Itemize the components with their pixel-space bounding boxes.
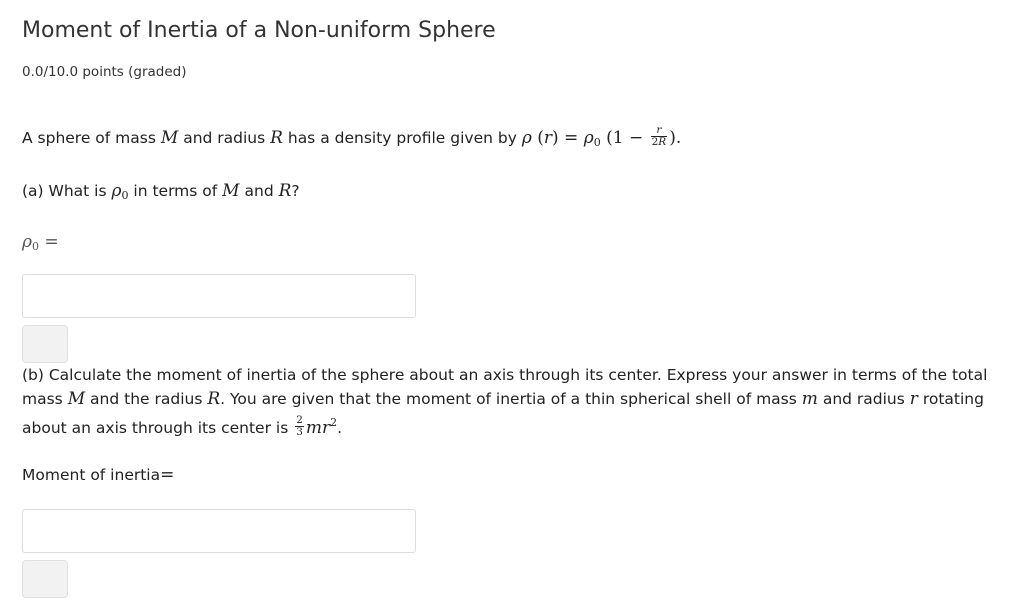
fraction-denominator: 3: [296, 426, 303, 438]
part-b-line-2: mass M and the radius R. You are given t…: [22, 387, 987, 411]
part-a-answer-input[interactable]: [22, 274, 416, 318]
part-b-answer-input[interactable]: [22, 509, 416, 553]
math-close-paren: ).: [669, 128, 682, 148]
part-b-text: and the radius: [85, 390, 208, 408]
intro-text: has a density profile given by: [282, 129, 522, 147]
part-b-line-3: about an axis through its center is 2 3 mr…: [22, 411, 987, 440]
math-radius-r: r: [909, 389, 918, 409]
part-a-question: (a) What is ρ0 in terms of M and R?: [22, 179, 300, 208]
part-b-text: . You are given that the moment of inert…: [220, 390, 802, 408]
math-radius-R: R: [278, 181, 292, 201]
math-subscript-0: 0: [593, 136, 601, 149]
points-status: 0.0/10.0 points (graded): [22, 64, 187, 80]
part-b-question: (b) Calculate the moment of inertia of t…: [22, 363, 987, 440]
math-open-paren: (1 −: [600, 128, 649, 148]
math-equals: =: [160, 465, 175, 485]
part-b-text: .: [337, 419, 343, 437]
math-mr: mr: [305, 418, 331, 438]
part-b-text: mass: [22, 390, 68, 408]
math-mass-M: M: [160, 128, 179, 148]
part-b-text: rotating: [917, 390, 984, 408]
math-rho: ρ: [22, 232, 32, 252]
intro-text: A sphere of mass: [22, 129, 161, 147]
answer-label-text: Moment of inertia: [22, 466, 161, 484]
part-a-text: (a) What is: [22, 182, 112, 200]
math-radius-R: R: [207, 389, 221, 409]
part-b-line-1: (b) Calculate the moment of inertia of t…: [22, 366, 988, 384]
part-a-text: ?: [291, 182, 300, 200]
math-rho: ρ: [521, 128, 532, 148]
math-rho0: ρ: [583, 128, 594, 148]
part-b-text: and radius: [817, 390, 910, 408]
math-radius-R: R: [270, 128, 283, 148]
part-a-submit-button[interactable]: [22, 325, 68, 363]
math-subscript-0: 0: [32, 240, 39, 253]
part-b-text: about an axis through its center is: [22, 419, 294, 437]
math-mass-M: M: [222, 181, 240, 201]
math-equals: =: [39, 232, 59, 252]
fraction-den-R: R: [658, 136, 667, 148]
math-fraction-2-over-3: 23: [295, 415, 304, 438]
math-rho: ρ: [111, 181, 122, 201]
math-mass-M: M: [67, 389, 86, 409]
problem-title: Moment of Inertia of a Non-uniform Spher…: [22, 18, 496, 43]
math-fraction-r-over-2R: r 2R: [650, 125, 668, 148]
math-mass-m: m: [801, 389, 818, 409]
part-b-answer-label: Moment of inertia=: [22, 463, 174, 487]
part-b-submit-button[interactable]: [22, 560, 68, 598]
math-paren-r: (r): [531, 128, 559, 148]
part-a-answer-label: ρ0 =: [22, 230, 59, 259]
part-a-text: and: [239, 182, 279, 200]
math-r: r: [543, 128, 552, 148]
part-a-text: in terms of: [128, 182, 223, 200]
fraction-denominator: 2R: [651, 137, 668, 148]
math-equals: =: [558, 128, 584, 148]
problem-intro: A sphere of mass M and radius R has a de…: [22, 125, 682, 155]
intro-text: and radius: [178, 129, 271, 147]
